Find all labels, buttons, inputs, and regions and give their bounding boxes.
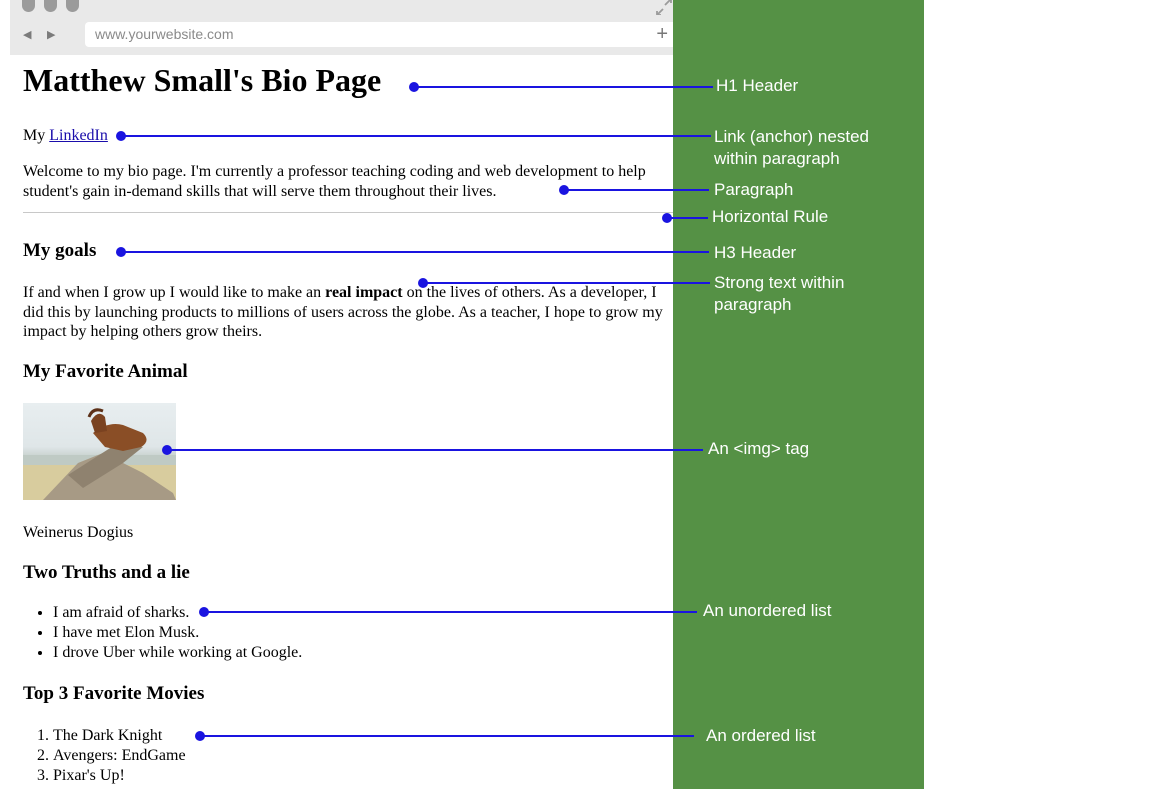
list-item: The Dark Knight — [53, 726, 186, 746]
connector-dot-ol — [195, 731, 205, 741]
horizontal-rule — [23, 212, 673, 213]
connector-dot-link — [116, 131, 126, 141]
dog-photo — [23, 403, 176, 500]
connector-dot-h3 — [116, 247, 126, 257]
list-item: Avengers: EndGame — [53, 746, 186, 766]
list-item: I am afraid of sharks. — [53, 603, 302, 623]
callout-hr: Horizontal Rule — [712, 207, 829, 226]
callout-strong: Strong text within paragraph — [714, 273, 845, 314]
connector-dot-hr — [662, 213, 672, 223]
page-title: Matthew Small's Bio Page — [23, 62, 382, 98]
movies-list: The Dark Knight Avengers: EndGame Pixar'… — [23, 726, 186, 786]
callout-link: Link (anchor) nested within paragraph — [714, 127, 869, 168]
list-item: I drove Uber while working at Google. — [53, 643, 302, 663]
maximize-window-icon[interactable] — [66, 0, 79, 12]
strong-text: real impact — [325, 284, 403, 301]
list-item: I have met Elon Musk. — [53, 623, 302, 643]
list-item: Pixar's Up! — [53, 766, 186, 786]
url-bar[interactable]: www.yourwebsite.com + — [85, 22, 677, 47]
goals-paragraph: If and when I grow up I would like to ma… — [23, 283, 671, 342]
intro-paragraph: Welcome to my bio page. I'm currently a … — [23, 163, 646, 200]
linkedin-paragraph: My LinkedIn — [23, 126, 108, 146]
forward-arrow-icon[interactable]: ▶ — [47, 28, 55, 41]
callout-paragraph: Paragraph — [714, 180, 794, 199]
animal-heading: My Favorite Animal — [23, 361, 188, 382]
browser-chrome: ◀ ▶ www.yourwebsite.com + — [10, 0, 677, 55]
callout-ol: An ordered list — [706, 726, 816, 745]
close-window-icon[interactable] — [22, 0, 35, 12]
expand-icon[interactable] — [655, 0, 673, 15]
callout-h1: H1 Header — [716, 76, 799, 95]
truths-heading: Two Truths and a lie — [23, 562, 190, 583]
plus-icon[interactable]: + — [656, 22, 668, 46]
url-text[interactable]: www.yourwebsite.com — [95, 26, 234, 42]
back-arrow-icon[interactable]: ◀ — [23, 28, 31, 41]
linkedin-link[interactable]: LinkedIn — [49, 127, 108, 144]
annotation-panel — [673, 0, 924, 789]
callout-ul: An unordered list — [703, 601, 832, 620]
callout-h3: H3 Header — [714, 243, 797, 262]
truths-list: I am afraid of sharks. I have met Elon M… — [23, 603, 302, 663]
goals-text-before: If and when I grow up I would like to ma… — [23, 284, 326, 301]
goals-heading: My goals — [23, 240, 97, 261]
movies-heading: Top 3 Favorite Movies — [23, 683, 205, 704]
connector-dot-h1 — [409, 82, 419, 92]
animal-caption: Weinerus Dogius — [23, 524, 134, 541]
link-prefix: My — [23, 127, 50, 144]
callout-img: An <img> tag — [708, 439, 810, 458]
minimize-window-icon[interactable] — [44, 0, 57, 12]
